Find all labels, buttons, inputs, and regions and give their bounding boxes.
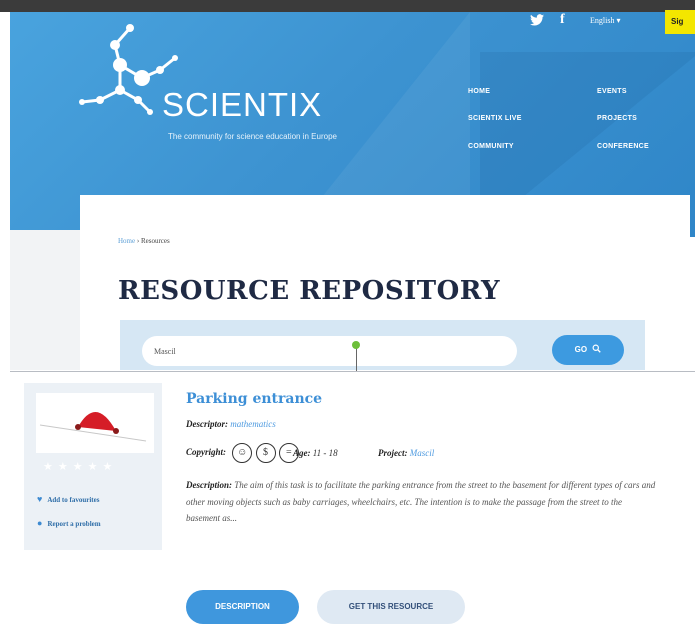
report-problem-link[interactable]: ● Report a problem — [37, 518, 101, 528]
age-label: Age: — [293, 448, 311, 458]
search-input[interactable] — [142, 336, 517, 366]
project-line: Project: Mascil — [378, 448, 434, 458]
age-line: Age: 11 - 18 — [293, 448, 338, 458]
search-icon — [589, 344, 602, 354]
background-gutter — [10, 230, 80, 370]
site-tagline: The community for science education in E… — [168, 132, 337, 141]
language-label: English — [590, 16, 615, 25]
facebook-icon[interactable]: f — [560, 12, 565, 28]
go-label: GO — [574, 345, 588, 354]
resource-description: Description: The aim of this task is to … — [186, 477, 656, 527]
twitter-icon[interactable] — [530, 14, 544, 29]
cc-nc-icon[interactable]: $ — [255, 443, 276, 463]
nav-community[interactable]: COMMUNITY — [468, 143, 514, 150]
report-problem-label: Report a problem — [47, 520, 101, 528]
project-label: Project: — [378, 448, 408, 458]
chevron-down-icon: ▾ — [616, 16, 621, 25]
description-text: The aim of this task is to facilitate th… — [186, 480, 656, 523]
header-facet — [310, 12, 470, 212]
age-value: 11 - 18 — [312, 448, 338, 458]
window-top-strip — [0, 0, 695, 12]
nav-projects[interactable]: PROJECTS — [597, 115, 637, 122]
nav-home[interactable]: HOME — [468, 88, 490, 95]
go-search-button[interactable]: GO — [552, 335, 624, 365]
nav-scientix-live[interactable]: SCIENTIX LIVE — [468, 115, 522, 122]
speech-bubble-icon: ● — [37, 518, 43, 528]
heart-icon: ♥ — [37, 494, 43, 504]
rating-stars[interactable]: ★★★★★ — [43, 460, 117, 473]
description-label: Description: — [186, 480, 232, 490]
annotation-pin-icon[interactable] — [352, 341, 360, 349]
cc-by-icon[interactable]: ☺ — [232, 443, 253, 463]
breadcrumb: Home › Resources — [118, 237, 170, 245]
descriptor-value-link[interactable]: mathematics — [230, 419, 276, 429]
resource-thumbnail-image[interactable] — [36, 393, 154, 453]
language-select[interactable]: English ▾ — [590, 16, 620, 25]
nav-conference[interactable]: CONFERENCE — [597, 143, 649, 150]
site-logo-text[interactable]: SCIENTIX — [162, 86, 322, 124]
resource-title[interactable]: Parking entrance — [186, 391, 322, 407]
project-value-link[interactable]: Mascil — [410, 448, 435, 458]
get-this-resource-button[interactable]: GET THIS RESOURCE — [317, 590, 465, 624]
add-to-favourites-label: Add to favourites — [47, 496, 100, 504]
descriptor-label: Descriptor: — [186, 419, 228, 429]
descriptor-line: Descriptor: mathematics — [186, 419, 276, 429]
nav-events[interactable]: EVENTS — [597, 88, 627, 95]
copyright-label: Copyright: — [186, 447, 227, 458]
signin-button[interactable]: Sig — [665, 10, 695, 34]
breadcrumb-current: Resources — [140, 237, 170, 245]
description-button[interactable]: DESCRIPTION — [186, 590, 299, 624]
breadcrumb-home-link[interactable]: Home — [118, 237, 135, 245]
copyright-line: Copyright: ☺ $ = — [186, 443, 300, 463]
license-icons: ☺ $ = — [232, 443, 300, 463]
page-title: RESOURCE REPOSITORY — [118, 276, 501, 306]
add-to-favourites-link[interactable]: ♥ Add to favourites — [37, 494, 99, 504]
